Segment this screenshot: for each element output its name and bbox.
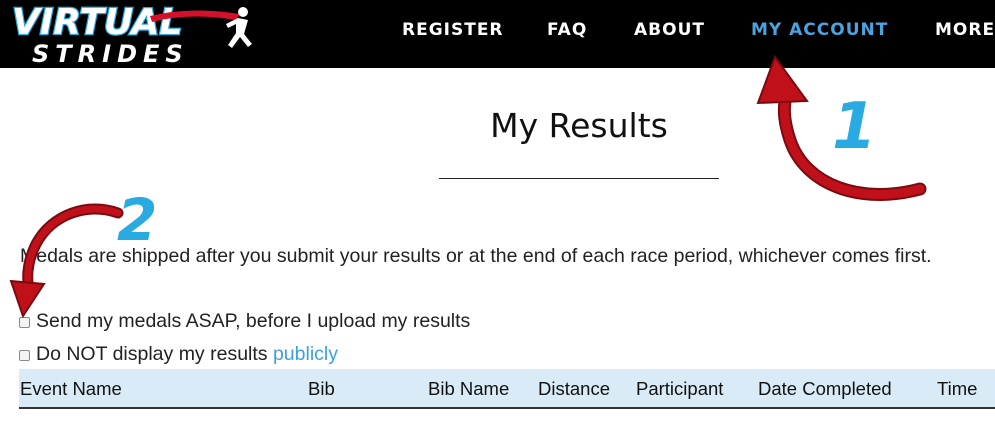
- nav-register[interactable]: REGISTER: [402, 20, 504, 40]
- publicly-link[interactable]: publicly: [273, 343, 338, 365]
- hide-results-checkbox[interactable]: [19, 350, 30, 361]
- page-title: My Results: [490, 106, 668, 145]
- send-medals-asap-checkbox[interactable]: [19, 317, 30, 328]
- nav-more[interactable]: MORE: [935, 20, 995, 40]
- title-divider: [439, 178, 719, 179]
- col-distance[interactable]: Distance: [538, 378, 610, 400]
- nav-about[interactable]: ABOUT: [634, 20, 705, 40]
- medal-shipping-notice: Medals are shipped after you submit your…: [20, 245, 932, 267]
- col-bib-name[interactable]: Bib Name: [428, 378, 509, 400]
- annotation-marker-2: 2: [117, 186, 157, 254]
- main-nav: REGISTER FAQ ABOUT MY ACCOUNT MORE: [0, 20, 995, 46]
- results-table-header: Event Name Bib Bib Name Distance Partici…: [19, 369, 995, 409]
- col-date-completed[interactable]: Date Completed: [758, 378, 892, 400]
- nav-my-account[interactable]: MY ACCOUNT: [751, 20, 888, 40]
- send-medals-asap-label[interactable]: Send my medals ASAP, before I upload my …: [36, 310, 470, 333]
- col-time[interactable]: Time: [937, 378, 977, 400]
- col-event-name[interactable]: Event Name: [20, 378, 122, 400]
- top-navigation-bar: VIRTUAL STRIDES REGISTER FAQ ABOUT MY AC…: [0, 0, 995, 68]
- hide-results-label[interactable]: Do NOT display my results publicly: [36, 343, 338, 366]
- col-participant[interactable]: Participant: [636, 378, 723, 400]
- hide-results-label-text: Do NOT display my results: [36, 343, 273, 365]
- nav-faq[interactable]: FAQ: [547, 20, 587, 40]
- col-bib[interactable]: Bib: [308, 378, 335, 400]
